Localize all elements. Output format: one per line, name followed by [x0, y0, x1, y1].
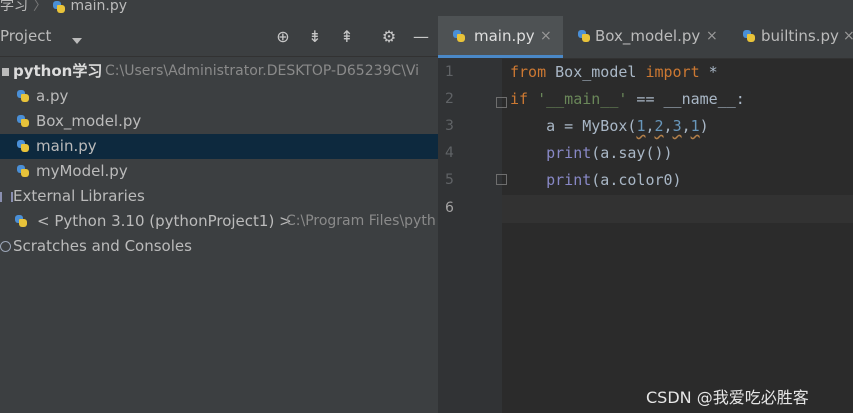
code-token: )	[699, 117, 709, 135]
code-token: print	[546, 144, 592, 162]
file-name: a.py	[36, 87, 69, 105]
library-icon	[0, 192, 13, 202]
external-libraries-label: External Libraries	[13, 187, 145, 205]
code-line-3: a = MyBox(1,2,3,1)	[510, 117, 709, 135]
gear-icon[interactable]: ⚙	[380, 28, 398, 46]
breadcrumb: 学习〉 main.py	[0, 0, 853, 16]
breadcrumb-file[interactable]: main.py	[70, 0, 127, 14]
tree-file-box-model[interactable]: Box_model.py	[0, 109, 438, 134]
scratches-label: Scratches and Consoles	[13, 237, 192, 255]
scratches-icon	[0, 241, 11, 252]
project-view-selector[interactable]: Project	[0, 27, 51, 45]
editor-tabs: main.py × Box_model.py × builtins.py ×	[438, 16, 853, 59]
breadcrumb-separator: 〉	[33, 0, 47, 14]
code-token: import	[645, 63, 700, 81]
code-token: '__main__'	[537, 90, 628, 108]
code-line-1: from Box_model import *	[510, 63, 718, 81]
code-line-5: print(a.color0)	[510, 171, 682, 189]
line-number: 2	[445, 91, 454, 107]
tab-label: Box_model.py	[595, 27, 701, 45]
file-name: Box_model.py	[36, 112, 142, 130]
file-name: myModel.py	[36, 162, 128, 180]
current-line-highlight	[502, 195, 853, 223]
python-sdk-label: < Python 3.10 (pythonProject1) >	[37, 212, 292, 230]
collapse-all-icon[interactable]: ⇟	[306, 28, 324, 46]
code-area[interactable]: from Box_model import * if '__main__' ==…	[502, 58, 853, 413]
code-line-2: if '__main__' == __name__:	[510, 90, 745, 108]
line-number: 3	[445, 118, 454, 134]
tree-file-a[interactable]: a.py	[0, 84, 438, 109]
project-panel: Project ⊕ ⇟ ⇞ ⚙ — python学习 C:\Users\Admi…	[0, 16, 438, 413]
line-number: 4	[445, 145, 454, 161]
code-token: ,	[663, 117, 673, 135]
file-name: main.py	[36, 137, 97, 155]
code-token: 2	[654, 117, 664, 135]
expand-all-icon[interactable]: ⇞	[338, 28, 356, 46]
tree-root-folder[interactable]: python学习 C:\Users\Administrator.DESKTOP-…	[0, 59, 438, 84]
python-file-icon	[16, 114, 30, 128]
python-file-icon	[577, 29, 591, 43]
code-token: (a.say())	[591, 144, 673, 162]
tree-file-main[interactable]: main.py	[0, 134, 438, 159]
root-folder-name: python学习	[13, 62, 103, 80]
code-token: 1	[690, 117, 700, 135]
python-file-icon	[16, 89, 30, 103]
python-file-icon	[16, 139, 30, 153]
code-token: print	[546, 171, 592, 189]
tree-external-libraries[interactable]: External Libraries	[0, 184, 438, 209]
close-icon[interactable]: ×	[843, 16, 853, 56]
crosshair-icon[interactable]: ⊕	[274, 28, 292, 46]
minimize-icon[interactable]: —	[412, 28, 430, 46]
code-token: *	[699, 63, 718, 81]
python-file-icon	[742, 29, 756, 43]
code-line-4: print(a.say())	[510, 144, 673, 162]
code-token: 3	[672, 117, 682, 135]
line-number: 5	[445, 172, 454, 188]
tab-box-model-py[interactable]: Box_model.py ×	[563, 16, 723, 58]
code-token: (a.color0)	[591, 171, 682, 189]
close-icon[interactable]: ×	[706, 16, 718, 56]
tree-scratches[interactable]: Scratches and Consoles	[0, 234, 438, 259]
line-number-gutter: 1 2 3 4 5 6	[438, 58, 507, 413]
code-editor: main.py × Box_model.py × builtins.py × 1…	[438, 16, 853, 413]
project-tree: python学习 C:\Users\Administrator.DESKTOP-…	[0, 59, 438, 259]
tab-builtins-py[interactable]: builtins.py ×	[728, 16, 853, 58]
breadcrumb-project[interactable]: 学习	[0, 0, 28, 14]
tree-file-mymodel[interactable]: myModel.py	[0, 159, 438, 184]
code-token: == __name__:	[627, 90, 745, 108]
line-number: 1	[445, 64, 454, 80]
line-number: 6	[445, 200, 454, 216]
code-token: from	[510, 63, 547, 81]
tree-python-sdk[interactable]: < Python 3.10 (pythonProject1) > C:\Prog…	[0, 209, 438, 234]
dropdown-arrow-icon[interactable]	[72, 38, 82, 44]
python-sdk-icon	[14, 214, 28, 228]
folder-icon	[2, 68, 9, 76]
python-file-icon	[16, 164, 30, 178]
python-file-icon	[452, 29, 466, 43]
code-token: a = MyBox(	[510, 117, 637, 135]
code-token: ,	[681, 117, 691, 135]
tab-label: builtins.py	[761, 27, 839, 45]
close-icon[interactable]: ×	[540, 16, 552, 56]
code-token: if	[510, 90, 529, 108]
tab-main-py[interactable]: main.py ×	[438, 16, 563, 58]
python-sdk-path: C:\Program Files\pyth	[286, 213, 436, 229]
tab-label: main.py	[474, 27, 535, 45]
python-file-icon	[52, 0, 66, 14]
code-token: Box_model	[546, 63, 646, 81]
code-token: ,	[645, 117, 655, 135]
root-folder-path: C:\Users\Administrator.DESKTOP-D65239C\V…	[105, 63, 420, 79]
watermark: CSDN @我爱吃必胜客	[646, 388, 809, 407]
project-panel-header: Project ⊕ ⇟ ⇞ ⚙ —	[0, 16, 438, 57]
